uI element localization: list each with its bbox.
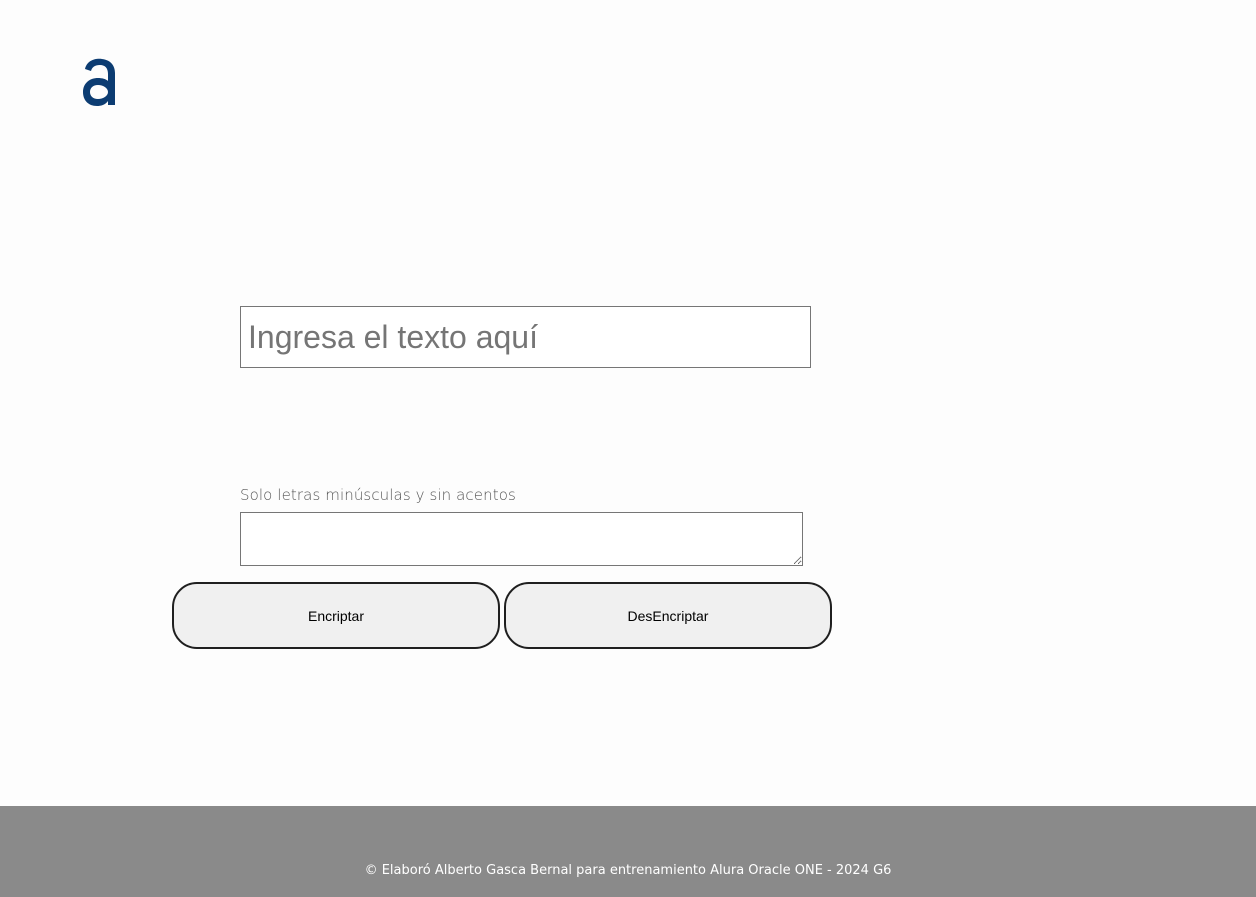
encrypt-button[interactable]: Encriptar bbox=[172, 582, 500, 649]
output-textarea[interactable] bbox=[240, 512, 803, 566]
decrypt-button[interactable]: DesEncriptar bbox=[504, 582, 832, 649]
hint-label: Solo letras minúsculas y sin acentos bbox=[240, 486, 516, 504]
footer: © Elaboró Alberto Gasca Bernal para entr… bbox=[0, 806, 1256, 897]
alura-logo-icon bbox=[83, 58, 115, 106]
footer-credit: © Elaboró Alberto Gasca Bernal para entr… bbox=[364, 863, 892, 878]
text-input[interactable] bbox=[240, 306, 811, 368]
page: Solo letras minúsculas y sin acentos Enc… bbox=[0, 0, 1256, 897]
